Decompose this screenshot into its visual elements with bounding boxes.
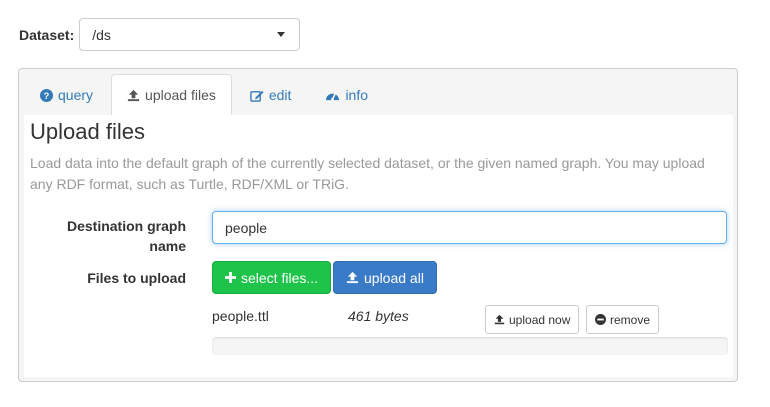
upload-now-label: upload now xyxy=(509,312,571,327)
upload-icon xyxy=(346,271,359,284)
destination-graph-label: Destination graph name xyxy=(36,216,186,256)
tab-info-label: info xyxy=(345,87,369,103)
destination-graph-input[interactable] xyxy=(212,211,727,244)
upload-all-label: upload all xyxy=(364,269,424,286)
tab-upload-files[interactable]: upload files xyxy=(111,74,232,115)
remove-label: remove xyxy=(610,312,651,327)
dataset-label: Dataset: xyxy=(19,26,75,43)
files-to-upload-label: Files to upload xyxy=(87,270,186,286)
remove-button[interactable]: remove xyxy=(586,305,660,334)
dataset-panel: ? query upload files edit info Upload fi… xyxy=(18,68,738,382)
destination-graph-label-line1: Destination graph xyxy=(66,218,186,234)
dataset-select[interactable]: /ds xyxy=(79,18,301,51)
question-circle-icon: ? xyxy=(40,88,53,102)
select-files-label: select files... xyxy=(241,269,319,286)
file-name: people.ttl xyxy=(212,308,269,324)
minus-circle-icon xyxy=(595,314,606,325)
dataset-row: Dataset: /ds xyxy=(19,18,301,51)
tab-info[interactable]: info xyxy=(309,74,384,115)
edit-icon xyxy=(250,89,264,102)
upload-description: Load data into the default graph of the … xyxy=(30,155,705,192)
upload-icon xyxy=(494,314,505,325)
destination-graph-label-line2: name xyxy=(149,238,186,254)
chevron-down-icon xyxy=(277,32,286,37)
tab-edit[interactable]: edit xyxy=(234,74,308,115)
tab-edit-label: edit xyxy=(268,87,292,103)
dashboard-icon xyxy=(325,89,340,102)
tab-upload-files-label: upload files xyxy=(145,87,216,103)
upload-now-button[interactable]: upload now xyxy=(485,305,580,334)
dataset-selected-value: /ds xyxy=(92,26,111,43)
plus-icon xyxy=(225,272,236,283)
svg-text:?: ? xyxy=(44,91,50,101)
tab-query[interactable]: ? query xyxy=(24,74,109,115)
upload-progress-bar xyxy=(212,337,728,355)
file-size: 461 bytes xyxy=(348,308,409,324)
upload-icon xyxy=(127,89,140,102)
tab-bar: ? query upload files edit info xyxy=(24,74,386,115)
select-files-button[interactable]: select files... xyxy=(212,261,332,294)
page-title: Upload files xyxy=(30,119,145,144)
upload-all-button[interactable]: upload all xyxy=(333,261,437,294)
tab-query-label: query xyxy=(58,87,94,103)
upload-tab-body: Upload files Load data into the default … xyxy=(24,115,733,377)
